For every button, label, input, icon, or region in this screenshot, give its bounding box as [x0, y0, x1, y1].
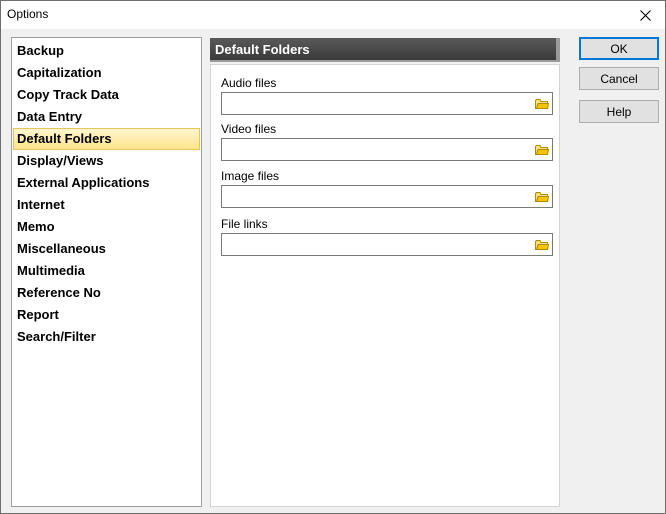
folder-icon[interactable]	[535, 98, 549, 110]
category-item-label: Multimedia	[17, 263, 85, 278]
close-icon	[639, 9, 651, 21]
category-item-label: Memo	[17, 219, 55, 234]
folder-icon[interactable]	[535, 239, 549, 251]
image-files-label: Image files	[221, 169, 280, 183]
cancel-button[interactable]: Cancel	[579, 67, 659, 90]
audio-files-field[interactable]	[221, 92, 553, 115]
category-item-label: Reference No	[17, 285, 101, 300]
ok-button[interactable]: OK	[579, 37, 659, 60]
category-item-display-views[interactable]: Display/Views	[13, 150, 200, 172]
audio-files-input[interactable]	[224, 95, 524, 112]
category-item-capitalization[interactable]: Capitalization	[13, 62, 200, 84]
image-files-input[interactable]	[224, 188, 524, 205]
file-links-field[interactable]	[221, 233, 553, 256]
category-item-external-applications[interactable]: External Applications	[13, 172, 200, 194]
category-item-default-folders[interactable]: Default Folders	[13, 128, 200, 150]
video-files-input[interactable]	[224, 141, 524, 158]
category-item-label: Search/Filter	[17, 329, 96, 344]
category-item-miscellaneous[interactable]: Miscellaneous	[13, 238, 200, 260]
video-files-label: Video files	[221, 122, 277, 136]
category-item-label: Display/Views	[17, 153, 104, 168]
category-item-copy-track-data[interactable]: Copy Track Data	[13, 84, 200, 106]
video-files-field[interactable]	[221, 138, 553, 161]
category-item-reference-no[interactable]: Reference No	[13, 282, 200, 304]
panel-header: Default Folders	[210, 38, 560, 62]
category-item-label: Internet	[17, 197, 65, 212]
category-item-search-filter[interactable]: Search/Filter	[13, 326, 200, 348]
category-item-label: Miscellaneous	[17, 241, 106, 256]
panel-title: Default Folders	[215, 42, 310, 57]
close-button[interactable]	[625, 1, 665, 29]
window-title: Options	[7, 7, 49, 21]
category-item-label: Copy Track Data	[17, 87, 119, 102]
category-item-report[interactable]: Report	[13, 304, 200, 326]
category-item-label: Report	[17, 307, 59, 322]
category-item-label: Data Entry	[17, 109, 83, 124]
folder-icon[interactable]	[535, 191, 549, 203]
category-item-internet[interactable]: Internet	[13, 194, 200, 216]
default-folders-panel: Audio files Video files Image files File…	[210, 64, 560, 507]
category-item-data-entry[interactable]: Data Entry	[13, 106, 200, 128]
audio-files-label: Audio files	[221, 76, 277, 90]
category-item-label: Default Folders	[17, 131, 112, 146]
help-button[interactable]: Help	[579, 100, 659, 123]
category-item-label: Backup	[17, 43, 64, 58]
category-item-label: External Applications	[17, 175, 150, 190]
image-files-field[interactable]	[221, 185, 553, 208]
category-item-backup[interactable]: Backup	[13, 40, 200, 62]
category-item-multimedia[interactable]: Multimedia	[13, 260, 200, 282]
category-list[interactable]: Backup Capitalization Copy Track Data Da…	[11, 37, 202, 507]
category-item-label: Capitalization	[17, 65, 102, 80]
category-item-memo[interactable]: Memo	[13, 216, 200, 238]
file-links-label: File links	[221, 217, 268, 231]
folder-icon[interactable]	[535, 144, 549, 156]
title-bar[interactable]: Options	[1, 1, 665, 29]
file-links-input[interactable]	[224, 236, 524, 253]
options-dialog: Options Backup Capitalization Copy Track…	[0, 0, 666, 514]
